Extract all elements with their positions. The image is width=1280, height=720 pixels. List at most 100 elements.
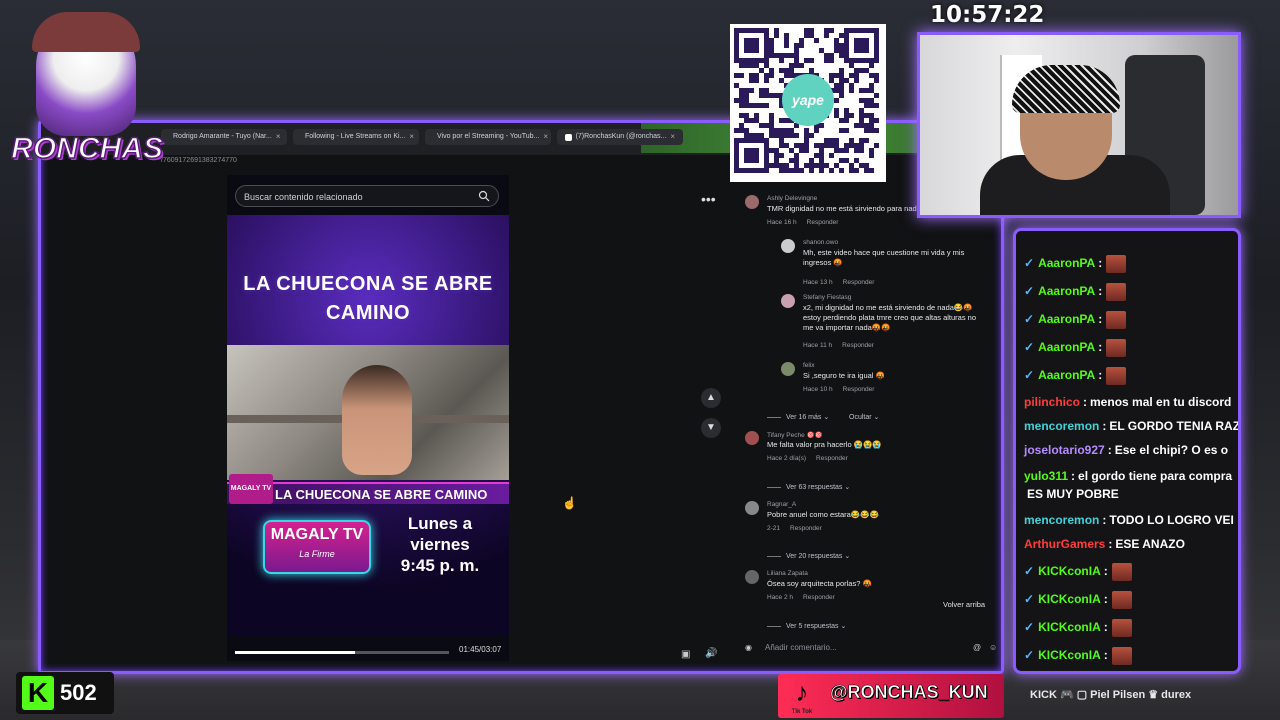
reply-button[interactable]: Responder <box>843 386 875 393</box>
chat-username[interactable]: KICKconIA <box>1038 648 1101 662</box>
chat-username[interactable]: KICKconIA <box>1038 592 1101 606</box>
video-banner: MAGALY TV LA CHUECONA SE ABRE CAMINO <box>227 474 509 504</box>
comment-author[interactable]: Ragnar_A <box>767 501 796 508</box>
chat-text: ES MUY POBRE <box>1027 487 1119 501</box>
search-icon[interactable] <box>478 190 490 202</box>
cap-icon <box>32 12 140 52</box>
chat-message: ✓ AaaronPA: <box>1024 255 1127 273</box>
kick-logo-icon: K <box>22 676 54 710</box>
emoji-icon[interactable]: ☺ <box>989 643 997 652</box>
streamer-logo: RONCHAS <box>8 8 166 176</box>
more-replies-button[interactable]: Ver 16 más ⌄ <box>767 413 829 421</box>
back-to-top-button[interactable]: Volver arriba <box>943 600 985 609</box>
more-replies-button[interactable]: Ver 5 respuestas ⌄ <box>767 622 846 630</box>
reply-button[interactable]: Responder <box>790 525 822 532</box>
schedule-line1: Lunes a <box>407 514 473 533</box>
comment-avatar[interactable] <box>781 362 795 376</box>
reply-button[interactable]: Responder <box>816 455 848 462</box>
comment-author[interactable]: Stefany Fiestasg <box>803 294 851 301</box>
comment-author[interactable]: shanon.owo <box>803 239 838 246</box>
viewer-count-badge: K 502 <box>16 672 114 714</box>
tab-close-icon[interactable]: × <box>670 129 675 145</box>
verified-badge-icon: ✓ <box>1024 564 1035 579</box>
comment-text: x2, mi dignidad no me está sirviendo de … <box>803 303 977 332</box>
browser-tab[interactable]: (7)RonchasKun (@ronchas... × <box>557 129 683 145</box>
tab-close-icon[interactable]: × <box>543 129 548 145</box>
tab-label: Vivo por el Streaming - YouTub... <box>437 133 540 140</box>
reply-button[interactable]: Responder <box>803 594 835 601</box>
chat-username[interactable]: joselotario927 <box>1024 443 1105 457</box>
emote-icon <box>1111 619 1132 637</box>
comment-author[interactable]: felix <box>803 362 815 369</box>
more-replies-button[interactable]: Ver 20 respuestas ⌄ <box>767 552 850 560</box>
reply-button[interactable]: Responder <box>842 342 874 349</box>
mention-icon[interactable]: @ <box>973 643 981 652</box>
tab-close-icon[interactable]: × <box>276 129 281 145</box>
next-video-button[interactable]: ▼ <box>701 418 721 438</box>
tiktok-banner: ♪ Tik Tok @RONCHAS_KUN <box>778 674 1004 718</box>
chat-username[interactable]: ArthurGamers <box>1024 537 1105 551</box>
comments-panel: Ashly Delevingne TMR dignidad no me está … <box>731 195 999 635</box>
comment-avatar[interactable] <box>745 570 759 584</box>
hide-replies-button[interactable]: Ocultar ⌄ <box>849 413 879 421</box>
comment-avatar[interactable] <box>745 195 759 209</box>
chevron-down-icon: ⌄ <box>871 414 880 421</box>
search-placeholder: Buscar contenido relacionado <box>244 192 363 202</box>
browser-tab[interactable]: Rodrigo Amarante - Tuyo (Nar... × <box>161 129 287 145</box>
related-search-input[interactable]: Buscar contenido relacionado <box>235 185 499 207</box>
url-bar[interactable]: /7609172691383274770 <box>161 157 237 164</box>
chat-message: ✓ AaaronPA: <box>1024 367 1127 385</box>
volume-icon[interactable]: 🔊 <box>705 648 717 659</box>
comment-author[interactable]: Liliana Zapata <box>767 570 808 577</box>
chat-username[interactable]: pilinchico <box>1024 395 1080 409</box>
tiktok-handle: @RONCHAS_KUN <box>830 682 988 703</box>
prev-video-button[interactable]: ▲ <box>701 388 721 408</box>
more-replies-button[interactable]: Ver 63 respuestas ⌄ <box>767 483 850 491</box>
chat-username[interactable]: AaaronPA <box>1038 284 1095 298</box>
chat-message: ✓ AaaronPA: <box>1024 311 1127 329</box>
replies-label: Ver 63 respuestas <box>786 484 843 491</box>
comment-time: Hace 11 h <box>803 342 833 349</box>
chat-message: joselotario927: Ese el chipi? O es o <box>1024 443 1228 457</box>
reply-button[interactable]: Responder <box>807 219 839 226</box>
comment-avatar[interactable] <box>781 294 795 308</box>
pip-icon[interactable]: ▣ <box>681 649 690 660</box>
chat-message: ✓ KICKconIA: <box>1024 647 1132 665</box>
video-photo <box>227 345 509 480</box>
reply-button[interactable]: Responder <box>843 279 875 286</box>
chat-username[interactable]: AaaronPA <box>1038 368 1095 382</box>
more-options-icon[interactable]: ••• <box>701 191 716 207</box>
tab-close-icon[interactable]: × <box>409 129 414 145</box>
chat-message: ✓ AaaronPA: <box>1024 339 1127 357</box>
browser-tab[interactable]: Following - Live Streams on Ki... × <box>293 129 419 145</box>
comment-author[interactable]: Ashly Delevingne <box>767 195 817 202</box>
chat-username[interactable]: mencoremon <box>1024 419 1099 433</box>
chat-username[interactable]: yulo311 <box>1024 469 1068 483</box>
chat-username[interactable]: AaaronPA <box>1038 256 1095 270</box>
banner-text: LA CHUECONA SE ABRE CAMINO <box>275 487 488 502</box>
chat-username[interactable]: AaaronPA <box>1038 312 1095 326</box>
chat-username[interactable]: KICKconIA <box>1038 620 1101 634</box>
chat-username[interactable]: KICKconIA <box>1038 564 1101 578</box>
comment-avatar[interactable] <box>745 501 759 515</box>
comment-author[interactable]: Tifany Peche 🎯🎯 <box>767 431 823 439</box>
chat-separator: : <box>1102 513 1107 527</box>
add-comment-input[interactable]: ◉ Añadir comentario... @ ☺ <box>745 643 1001 652</box>
comment-avatar[interactable] <box>745 431 759 445</box>
video-player[interactable]: Buscar contenido relacionado LA CHUECONA… <box>227 175 509 661</box>
chat-message: pilinchico: menos mal en tu discord <box>1024 395 1231 409</box>
comment-time: Hace 16 h <box>767 219 797 226</box>
video-progress-bar[interactable] <box>235 651 449 654</box>
replies-label: Ver 16 más <box>786 414 822 421</box>
verified-badge-icon: ✓ <box>1024 620 1035 635</box>
chat-separator: : <box>1098 368 1103 383</box>
emote-icon <box>1111 647 1132 665</box>
chat-separator: : <box>1108 537 1113 551</box>
chat-separator: : <box>1103 592 1108 607</box>
chat-username[interactable]: mencoremon <box>1024 513 1099 527</box>
browser-tab[interactable]: Vivo por el Streaming - YouTub... × <box>425 129 551 145</box>
video-title: LA CHUECONA SE ABRE CAMINO <box>243 273 493 324</box>
chat-username[interactable]: AaaronPA <box>1038 340 1095 354</box>
comment-avatar[interactable] <box>781 239 795 253</box>
add-comment-placeholder: Añadir comentario... <box>765 643 837 652</box>
